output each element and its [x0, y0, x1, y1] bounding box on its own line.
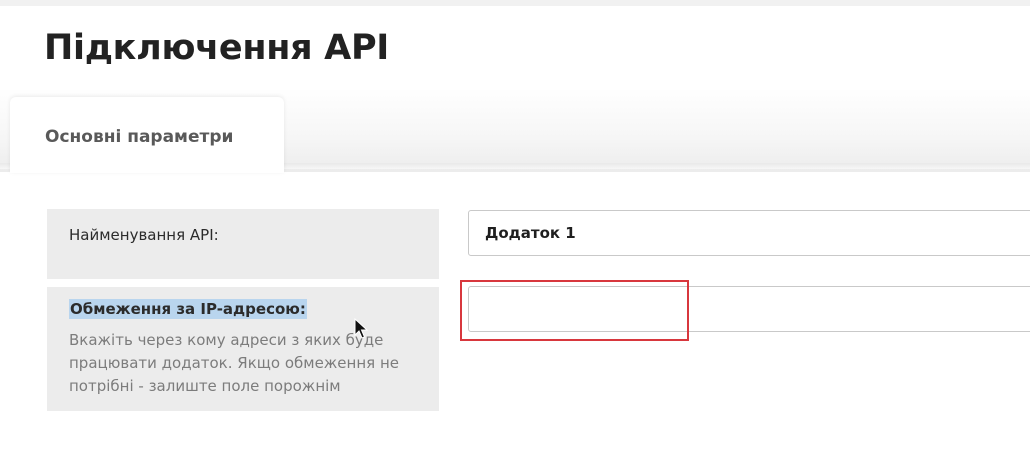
ip-restriction-label: Обмеження за IP-адресою: [69, 299, 307, 319]
api-name-label: Найменування API: [69, 226, 219, 244]
api-name-input[interactable] [468, 210, 1030, 256]
ip-restriction-description: Вкажіть через кому адреси з яких буде пр… [69, 331, 399, 395]
tab-label: Основні параметри [45, 127, 234, 147]
page-title: Підключення API [44, 28, 390, 68]
api-name-label-cell: Найменування API: [47, 209, 439, 279]
ip-restriction-input[interactable] [468, 286, 1030, 332]
ip-restriction-label-cell: Обмеження за IP-адресою: Вкажіть через к… [47, 287, 439, 411]
tab-main-parameters[interactable]: Основні параметри [10, 97, 284, 173]
